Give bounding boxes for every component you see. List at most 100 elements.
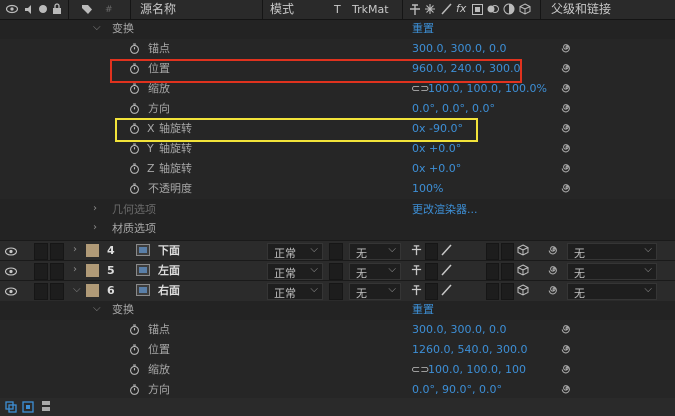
modes-icon[interactable] <box>40 400 52 413</box>
stopwatch-icon[interactable] <box>129 344 140 355</box>
expression-pickwhip-icon[interactable] <box>561 102 573 114</box>
chevron-down-icon[interactable]: ⌵ <box>73 284 81 295</box>
expression-pickwhip-icon[interactable] <box>561 182 573 194</box>
lock-switch[interactable] <box>50 263 64 280</box>
property-value[interactable]: 100.0, 100.0, 100 <box>428 363 526 377</box>
motion-blur-switch[interactable] <box>486 263 499 280</box>
shy-switch-icon[interactable] <box>410 244 423 259</box>
property-value[interactable]: 300.0, 300.0, 0.0 <box>412 42 506 56</box>
layer-switches-icon[interactable] <box>22 401 34 413</box>
stopwatch-icon[interactable] <box>129 163 140 174</box>
property-value[interactable]: 0x +0.0° <box>412 162 461 176</box>
layer-row[interactable]: › 5 左面 正常 ⌵ 无 ⌵ 无 ⌵ <box>0 260 675 281</box>
collapse-switch[interactable] <box>425 243 438 260</box>
solo-icon[interactable] <box>38 4 48 14</box>
property-row[interactable]: 锚点 300.0, 300.0, 0.0 <box>0 39 675 59</box>
property-row[interactable]: 缩放 ⊂⊃ 100.0, 100.0, 100 <box>0 360 675 380</box>
blend-mode-dropdown[interactable]: 正常 ⌵ <box>267 263 323 280</box>
eye-icon[interactable] <box>4 286 18 296</box>
property-row[interactable]: 不透明度 100% <box>0 179 675 199</box>
chevron-right-icon[interactable]: › <box>73 244 77 255</box>
property-value[interactable]: 300.0, 300.0, 0.0 <box>412 323 506 337</box>
parent-dropdown[interactable]: 无 ⌵ <box>567 243 657 260</box>
label-color-swatch[interactable] <box>86 284 99 297</box>
preserve-transparency-checkbox[interactable] <box>329 263 343 280</box>
source-name-header[interactable]: 源名称 <box>140 2 176 16</box>
expression-pickwhip-icon[interactable] <box>561 142 573 154</box>
comp-flowchart-icon[interactable] <box>5 401 17 413</box>
stopwatch-icon[interactable] <box>129 324 140 335</box>
geometry-options-row[interactable]: › 几何选项 更改渲染器... <box>0 200 675 220</box>
parent-link-header[interactable]: 父级和链接 <box>551 2 611 16</box>
stopwatch-icon[interactable] <box>129 183 140 194</box>
layer-name[interactable]: 下面 <box>158 244 180 258</box>
solo-switch[interactable] <box>34 243 48 260</box>
layer-row[interactable]: › 4 下面 正常 ⌵ 无 ⌵ 无 ⌵ <box>0 240 675 261</box>
property-row[interactable]: 锚点 300.0, 300.0, 0.0 <box>0 320 675 340</box>
expression-pickwhip-icon[interactable] <box>561 42 573 54</box>
constrain-link-icon[interactable]: ⊂⊃ <box>411 363 429 377</box>
property-row[interactable]: 方向 0.0°, 0.0°, 0.0° <box>0 99 675 119</box>
parent-pickwhip-icon[interactable] <box>548 284 560 296</box>
quality-line-icon[interactable] <box>441 244 452 259</box>
chevron-down-icon[interactable]: ⌵ <box>93 22 101 33</box>
property-value[interactable]: 100% <box>412 182 443 196</box>
expression-pickwhip-icon[interactable] <box>561 82 573 94</box>
property-value[interactable]: 0.0°, 90.0°, 0.0° <box>412 383 502 397</box>
expression-pickwhip-icon[interactable] <box>561 323 573 335</box>
label-tag-icon[interactable] <box>81 4 93 15</box>
chevron-right-icon[interactable]: › <box>73 264 77 275</box>
video-eye-icon[interactable] <box>6 4 18 14</box>
transform-reset-link[interactable]: 重置 <box>412 22 434 36</box>
shy-icon[interactable] <box>408 3 422 16</box>
stopwatch-icon[interactable] <box>129 364 140 375</box>
collapse-icon[interactable] <box>425 4 435 14</box>
lock-switch[interactable] <box>50 283 64 300</box>
trkmat-header[interactable]: TrkMat <box>352 3 389 17</box>
trkmat-dropdown[interactable]: 无 ⌵ <box>349 263 401 280</box>
expression-pickwhip-icon[interactable] <box>561 383 573 395</box>
collapse-switch[interactable] <box>425 263 438 280</box>
property-row[interactable]: 位置 1260.0, 540.0, 300.0 <box>0 340 675 360</box>
quality-line-icon[interactable] <box>441 264 452 279</box>
property-value[interactable]: 1260.0, 540.0, 300.0 <box>412 343 527 357</box>
quality-line-icon[interactable] <box>441 284 452 299</box>
material-options-row[interactable]: › 材质选项 <box>0 219 675 239</box>
blend-mode-dropdown[interactable]: 正常 ⌵ <box>267 243 323 260</box>
chevron-right-icon[interactable]: › <box>93 222 97 233</box>
property-value[interactable]: 0x +0.0° <box>412 142 461 156</box>
expression-pickwhip-icon[interactable] <box>561 162 573 174</box>
stopwatch-icon[interactable] <box>129 143 140 154</box>
preserve-transparency-checkbox[interactable] <box>329 283 343 300</box>
property-value[interactable]: 100.0, 100.0, 100.0% <box>428 82 547 96</box>
transform-group-row[interactable]: ⌵ 变换 重置 <box>0 19 675 39</box>
quality-icon[interactable] <box>441 3 452 15</box>
parent-pickwhip-icon[interactable] <box>548 244 560 256</box>
shy-switch-icon[interactable] <box>410 284 423 299</box>
chevron-down-icon[interactable]: ⌵ <box>93 303 101 314</box>
expression-pickwhip-icon[interactable] <box>561 343 573 355</box>
frame-blend-icon[interactable] <box>472 4 483 15</box>
blend-mode-dropdown[interactable]: 正常 ⌵ <box>267 283 323 300</box>
preserve-transparency-checkbox[interactable] <box>329 243 343 260</box>
chevron-right-icon[interactable]: › <box>93 203 97 214</box>
adjustment-layer-icon[interactable] <box>503 3 515 15</box>
stopwatch-icon[interactable] <box>129 83 140 94</box>
solo-switch[interactable] <box>34 283 48 300</box>
solo-switch[interactable] <box>34 263 48 280</box>
effects-fx-icon[interactable]: fx <box>456 2 466 16</box>
collapse-switch[interactable] <box>425 283 438 300</box>
property-row[interactable]: Y 轴旋转 0x +0.0° <box>0 139 675 159</box>
layer-row[interactable]: ⌵ 6 右面 正常 ⌵ 无 ⌵ 无 ⌵ <box>0 280 675 301</box>
parent-dropdown[interactable]: 无 ⌵ <box>567 283 657 300</box>
3d-layer-icon[interactable] <box>519 3 531 15</box>
motion-blur-switch[interactable] <box>486 283 499 300</box>
stopwatch-icon[interactable] <box>129 43 140 54</box>
transform-group-row-2[interactable]: ⌵ 变换 重置 <box>0 300 675 320</box>
audio-icon[interactable] <box>24 4 35 15</box>
constrain-link-icon[interactable]: ⊂⊃ <box>411 82 429 96</box>
motion-blur-switch[interactable] <box>486 243 499 260</box>
parent-dropdown[interactable]: 无 ⌵ <box>567 263 657 280</box>
parent-pickwhip-icon[interactable] <box>548 264 560 276</box>
property-value[interactable]: 0.0°, 0.0°, 0.0° <box>412 102 495 116</box>
